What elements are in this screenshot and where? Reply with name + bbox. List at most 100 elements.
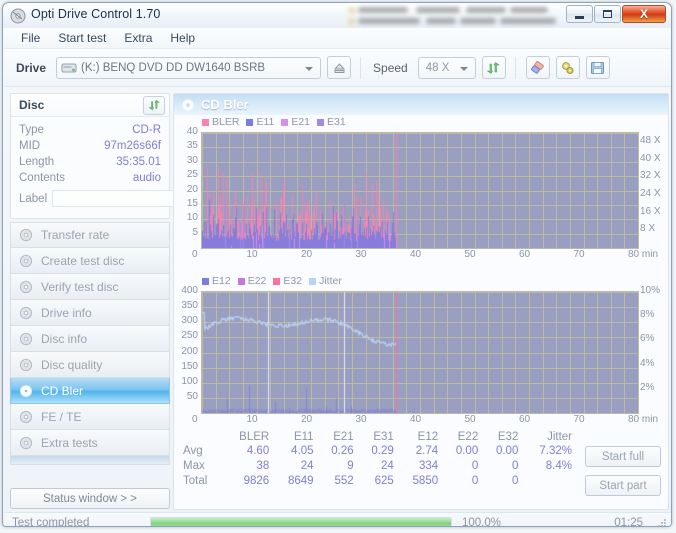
chart2-plot-area: [201, 291, 639, 414]
status-window-button[interactable]: Status window > >: [10, 488, 170, 509]
legend-swatch-icon: [309, 277, 317, 285]
maximize-button[interactable]: [594, 5, 621, 23]
y-axis-tick-label: 200: [181, 345, 198, 357]
legend-item-e21: E21: [281, 116, 310, 128]
sidebar-item-create-test-disc[interactable]: Create test disc: [10, 248, 170, 274]
stats-max-e11: 24: [300, 460, 314, 472]
stats-col-e21: E21: [333, 431, 354, 443]
refresh-icon: [148, 99, 160, 111]
minimize-button[interactable]: [566, 5, 593, 23]
progress-bar: [150, 516, 452, 526]
test-action-buttons: Start full Start part: [585, 446, 661, 496]
stats-max-e22: 0: [471, 460, 479, 472]
legend-item-e12: E12: [202, 275, 231, 287]
start-full-button[interactable]: Start full: [585, 446, 661, 467]
drive-select[interactable]: (K:) BENQ DVD DD DW1640 BSRB: [56, 56, 322, 79]
eject-button[interactable]: [327, 56, 352, 79]
stats-corner: [181, 431, 223, 444]
start-part-button[interactable]: Start part: [585, 475, 661, 496]
speed-select[interactable]: 48 X: [417, 56, 476, 79]
disc-icon: [10, 8, 26, 24]
y-axis-tick-label: 50: [186, 390, 198, 402]
sidebar-item-label: CD Bler: [41, 383, 84, 398]
erase-button[interactable]: [525, 56, 550, 79]
table-row: Total 9826 8649 552 625 5850 0 0: [181, 474, 576, 489]
y-axis-tick-label: 10: [186, 212, 198, 224]
legend-item-bler: BLER: [202, 116, 239, 128]
close-button[interactable]: X: [622, 5, 666, 23]
sidebar-item-disc-info[interactable]: Disc info: [10, 326, 170, 352]
stats-table: BLER E11 E21 E31 E12 E22 E32 Jitter Avg …: [181, 431, 576, 489]
disc-row-type: Type CD-R: [19, 122, 161, 138]
resize-grip[interactable]: [656, 517, 668, 526]
disc-key-type: Type: [19, 124, 44, 136]
disc-icon: [19, 306, 33, 319]
legend-label: E11: [256, 116, 275, 128]
secondary-axis-tick-label: 48 X: [640, 134, 661, 146]
secondary-axis-tick-label: 32 X: [640, 170, 661, 182]
sidebar-item-label: Transfer rate: [41, 228, 110, 242]
secondary-axis-tick-label: 40 X: [640, 152, 661, 164]
disc-row-contents: Contents audio: [19, 170, 161, 186]
maximize-icon: [595, 6, 620, 22]
sidebar-item-disc-quality[interactable]: Disc quality: [10, 352, 170, 378]
minimize-icon: [567, 6, 592, 22]
sidebar-item-fe-te[interactable]: FE / TE: [10, 404, 170, 430]
secondary-axis-tick-label: 4%: [640, 357, 655, 369]
disc-panel: Disc Type CD-R MID 97m26s66f Length 35:3…: [10, 93, 257, 219]
eject-icon: [333, 62, 345, 73]
chevron-down-icon: [459, 66, 468, 71]
legend-swatch-icon: [237, 277, 245, 285]
stats-avg-e11: 4.05: [291, 445, 314, 457]
secondary-axis-tick-label: 16 X: [640, 205, 661, 217]
stats-avg-bler: 4.60: [246, 445, 270, 457]
drive-value: (K:) BENQ DVD DD DW1640 BSRB: [81, 61, 266, 74]
legend-swatch-icon: [202, 277, 209, 285]
sidebar-item-cd-bler[interactable]: CD Bler: [10, 378, 170, 404]
gridline-vertical: [638, 292, 639, 413]
title-bar[interactable]: Opti Drive Control 1.70 X: [3, 3, 671, 28]
menu-file[interactable]: File: [12, 29, 49, 47]
x-axis-tick-label: 80 min: [628, 414, 659, 425]
floppy-save-icon: [591, 61, 605, 74]
save-button[interactable]: [585, 56, 610, 79]
disc-row-mid: MID 97m26s66f: [19, 138, 161, 154]
disc-value-type: CD-R: [132, 124, 161, 136]
y-axis-tick-label: 150: [181, 360, 198, 372]
stats-total-bler: 9826: [243, 475, 270, 487]
cd-bler-e12-jitter-chart: E12 E22 E32 Jitter 50 100 150 200 250 300 350 400 2…: [174, 274, 668, 436]
refresh-speed-button[interactable]: [481, 56, 506, 79]
app-root: Opti Drive Control 1.70 X File Start tes…: [0, 0, 676, 533]
progress-bar-fill: [151, 517, 451, 526]
menu-start-test[interactable]: Start test: [49, 29, 115, 47]
stats-row-label-total: Total: [183, 475, 208, 487]
settings-button[interactable]: [555, 56, 580, 79]
secondary-axis-tick-label: 2%: [640, 381, 655, 393]
stats-row-label-max: Max: [183, 460, 205, 472]
sidebar-item-label: FE / TE: [41, 409, 82, 424]
y-axis-tick-label: 400: [181, 285, 198, 296]
stats-total-jitter: [522, 474, 576, 489]
legend-swatch-icon: [246, 118, 254, 126]
y-axis-tick-label: 5: [192, 226, 198, 238]
refresh-icon: [486, 61, 501, 74]
sidebar-item-transfer-rate[interactable]: Transfer rate: [10, 222, 170, 248]
menu-help[interactable]: Help: [161, 29, 204, 47]
sidebar-item-drive-info[interactable]: Drive info: [10, 300, 170, 326]
secondary-axis-tick-label: 6%: [640, 333, 655, 345]
disc-key-label: Label: [19, 192, 48, 205]
stats-total-e31: 625: [374, 475, 394, 487]
stats-col-e12: E12: [417, 431, 439, 443]
sidebar-item-verify-test-disc[interactable]: Verify test disc: [10, 274, 170, 300]
legend-label: E22: [247, 275, 267, 287]
sidebar-item-extra-tests[interactable]: Extra tests: [10, 430, 170, 456]
disc-refresh-button[interactable]: [143, 95, 165, 115]
status-message: Test completed: [12, 516, 90, 527]
x-axis-tick-label: 60: [519, 249, 531, 260]
toolbar-separator-2: [514, 56, 516, 79]
disc-key-length: Length: [19, 156, 55, 168]
legend-label: E31: [327, 116, 346, 128]
menu-extra[interactable]: Extra: [115, 29, 161, 47]
disc-icon: [19, 410, 33, 423]
x-axis-tick-label: 70: [573, 414, 585, 425]
